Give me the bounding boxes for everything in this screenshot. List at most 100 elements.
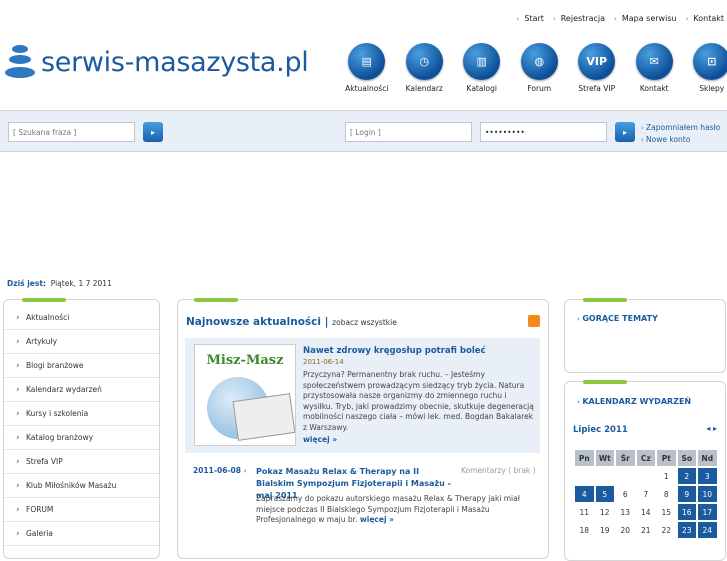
hot-topics-heading[interactable]: › GORĄCE TEMATY	[577, 314, 658, 323]
arrow-icon: ›	[552, 14, 556, 23]
nav-icon-6[interactable]: ⊡ Sklepy	[683, 43, 727, 93]
see-all-link[interactable]: zobacz wszystkie	[332, 318, 397, 327]
calendar-day-header: So	[677, 450, 696, 466]
calendar-day[interactable]: 7	[636, 486, 655, 502]
search-input[interactable]: [ Szukana fraza ]	[8, 122, 135, 142]
calendar-day[interactable]: 21	[636, 522, 655, 538]
menu-item[interactable]: FORUM	[4, 498, 159, 522]
misz-masz-logo: Misz-Masz	[206, 353, 284, 368]
news-item-comments[interactable]: Komentarzy ( brak )	[461, 466, 536, 475]
calendar-grid: Pn Wt Śr Cz Pt So Nd 1 2 3 4 5 6 7 8 9 10 11 12 13 14 15 16 17 1…	[573, 448, 719, 540]
calendar-day-header: Nd	[698, 450, 717, 466]
register-link[interactable]: › Nowe konto	[641, 134, 720, 146]
calendar-day[interactable]: 4	[575, 486, 594, 502]
news-item-date: 2011-06-08 ›	[193, 466, 247, 475]
calendar-day[interactable]: 3	[698, 468, 717, 484]
next-month-icon[interactable]: ▸	[713, 424, 717, 433]
calendar-day[interactable]: 9	[677, 486, 696, 502]
topnav-link-3[interactable]: › Kontakt	[686, 14, 724, 23]
current-date: Dziś jest: Piątek, 1 7 2011	[7, 279, 112, 288]
arrow-icon: ›	[614, 14, 617, 23]
nav-icon-3[interactable]: ◍ Forum	[511, 43, 569, 93]
menu-item[interactable]: Klub Miłośników Masażu	[4, 474, 159, 498]
top-nav: › Start › Rejestracja › Mapa serwisu › Kontakt	[517, 14, 724, 23]
calendar-day[interactable]: 23	[677, 522, 696, 538]
login-input[interactable]: [ Login ]	[345, 122, 472, 142]
password-input[interactable]: •••••••••	[480, 122, 607, 142]
menu-item[interactable]: Blogi branżowe	[4, 354, 159, 378]
main-icon-nav: ▤ Aktualności ◷ Kalendarz ▥ Katalogi ◍ Forum VIP…	[338, 43, 727, 93]
news-panel: Najnowsze aktualności | zobacz wszystkie…	[177, 298, 549, 559]
mail-icon: ✉	[635, 43, 673, 80]
nav-icon-0[interactable]: ▤ Aktualności	[338, 43, 396, 93]
calendar-day[interactable]: 2	[677, 468, 696, 484]
featured-more-link[interactable]: więcej »	[303, 435, 535, 446]
calendar-day[interactable]: 6	[616, 486, 635, 502]
logo-stones-icon	[3, 42, 37, 82]
calendar-day[interactable]: 24	[698, 522, 717, 538]
menu-item[interactable]: Kalendarz wydarzeń	[4, 378, 159, 402]
calendar-day[interactable]: 12	[595, 504, 614, 520]
hot-topics-panel: › GORĄCE TEMATY	[564, 298, 726, 373]
nav-icon-5[interactable]: ✉ Kontakt	[626, 43, 684, 93]
calendar-heading[interactable]: › KALENDARZ WYDARZEŃ	[577, 397, 691, 406]
nav-icon-4[interactable]: VIP Strefa VIP	[568, 43, 626, 93]
topnav-link-1[interactable]: › Rejestracja	[553, 14, 605, 23]
calendar-day	[636, 468, 655, 484]
nav-icon-label: Strefa VIP	[578, 84, 616, 93]
news-heading: Najnowsze aktualności | zobacz wszystkie	[186, 316, 397, 328]
logo-text: serwis-masazysta.pl	[41, 46, 309, 78]
calendar-day[interactable]: 16	[677, 504, 696, 520]
news-item-more-link[interactable]: więcej	[360, 515, 387, 524]
featured-date: 2011-06-14	[303, 358, 344, 366]
calendar-day[interactable]: 13	[616, 504, 635, 520]
news-item-text: Zapraszamy do pokazu autorskiego masażu …	[256, 494, 520, 524]
calendar-day[interactable]: 20	[616, 522, 635, 538]
login-links: › Zapomniałem hasło › Nowe konto	[641, 122, 720, 146]
arrow-icon: ›	[685, 14, 689, 23]
forgot-password-link[interactable]: › Zapomniałem hasło	[641, 122, 720, 134]
rss-icon[interactable]	[528, 315, 540, 327]
calendar-day[interactable]: 5	[595, 486, 614, 502]
featured-title[interactable]: Nawet zdrowy kręgosłup potrafi boleć	[303, 346, 486, 356]
calendar-day[interactable]: 8	[657, 486, 676, 502]
calendar-day[interactable]: 10	[698, 486, 717, 502]
calendar-day[interactable]: 11	[575, 504, 594, 520]
calendar-day	[616, 468, 635, 484]
calendar-day[interactable]: 1	[657, 468, 676, 484]
prev-month-icon[interactable]: ◂	[706, 424, 710, 433]
calendar-day-header: Cz	[636, 450, 655, 466]
calendar-day[interactable]: 17	[698, 504, 717, 520]
calendar-day-header: Pn	[575, 450, 594, 466]
menu-item[interactable]: Galeria	[4, 522, 159, 546]
logo[interactable]: serwis-masazysta.pl	[3, 42, 309, 82]
calendar-panel: › KALENDARZ WYDARZEŃ Lipiec 2011 ◂ ▸ Pn W…	[564, 380, 726, 561]
calendar-day[interactable]: 22	[657, 522, 676, 538]
calendar-day-header: Wt	[595, 450, 614, 466]
calendar-day[interactable]: 18	[575, 522, 594, 538]
cart-icon: ⊡	[693, 43, 727, 80]
menu-item[interactable]: Aktualności	[4, 306, 159, 330]
topnav-link-2[interactable]: › Mapa serwisu	[614, 14, 677, 23]
calendar-day[interactable]: 15	[657, 504, 676, 520]
nav-icon-label: Aktualności	[345, 84, 389, 93]
forum-icon: ◍	[520, 43, 558, 80]
calendar-day-header: Śr	[616, 450, 635, 466]
vip-icon: VIP	[578, 43, 616, 80]
menu-item[interactable]: Katalog branżowy	[4, 426, 159, 450]
search-button[interactable]: ▸	[143, 122, 163, 142]
login-button[interactable]: ▸	[615, 122, 635, 142]
topnav-link-0[interactable]: › Start	[517, 14, 544, 23]
nav-icon-2[interactable]: ▥ Katalogi	[453, 43, 511, 93]
news-thumbnail[interactable]: Misz-Masz	[194, 344, 296, 446]
menu-item[interactable]: Artykuły	[4, 330, 159, 354]
nav-icon-1[interactable]: ◷ Kalendarz	[396, 43, 454, 93]
menu-item[interactable]: Kursy i szkolenia	[4, 402, 159, 426]
calendar-day[interactable]: 14	[636, 504, 655, 520]
calendar-icon: ◷	[405, 43, 443, 80]
calendar-day	[575, 468, 594, 484]
arrow-icon: ›	[516, 14, 520, 23]
menu-item[interactable]: Strefa VIP	[4, 450, 159, 474]
calendar-day[interactable]: 19	[595, 522, 614, 538]
calendar-month: Lipiec 2011	[573, 425, 628, 435]
